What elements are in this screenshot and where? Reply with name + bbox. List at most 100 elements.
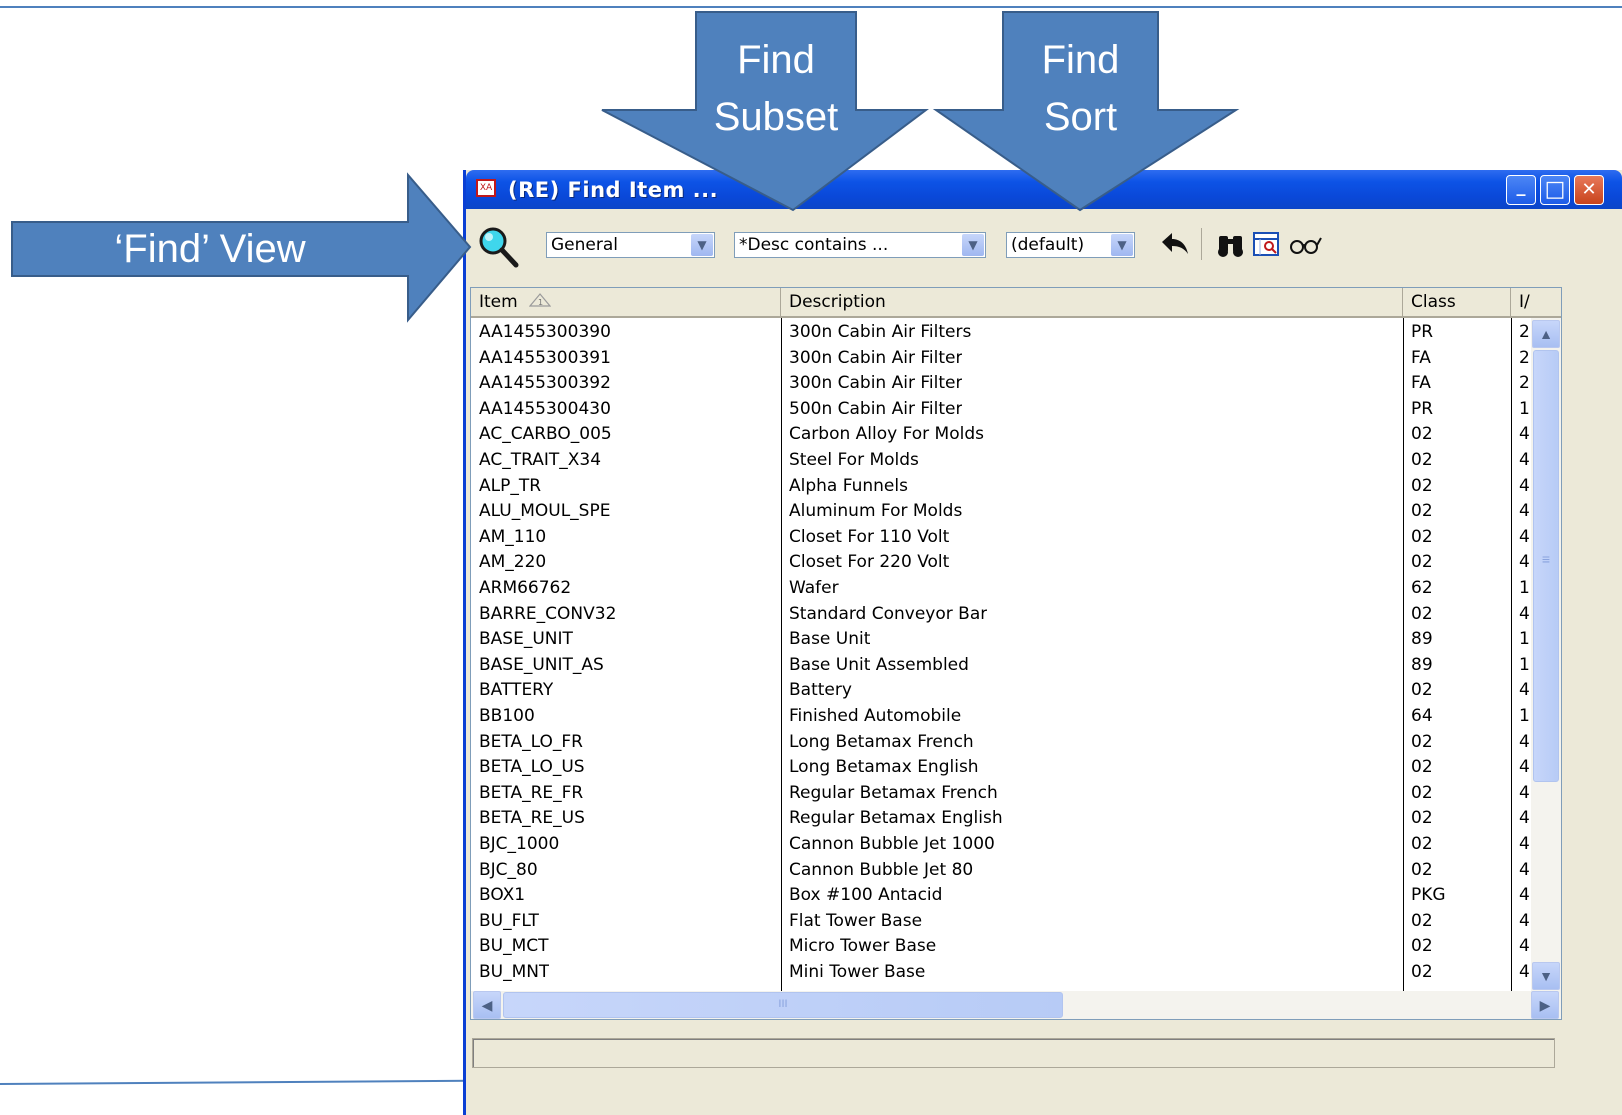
cell-inventory: 4 (1519, 475, 1530, 496)
table-row[interactable]: ALU_MOUL_SPE Aluminum For Molds 02 4 (471, 499, 1530, 525)
scroll-up-button[interactable]: ▲ (1532, 320, 1560, 348)
query-icon[interactable] (1252, 231, 1282, 259)
cell-inventory: 1 (1519, 654, 1530, 675)
cell-inventory: 4 (1519, 501, 1530, 522)
table-row[interactable]: AA1455300390 300n Cabin Air Filters PR 2 (471, 320, 1530, 346)
cell-class: 02 (1411, 475, 1433, 496)
table-row[interactable]: AA1455300392 300n Cabin Air Filter FA 2 (471, 371, 1530, 397)
cell-class: 02 (1411, 962, 1433, 982)
cell-inventory: 4 (1519, 731, 1530, 752)
cell-description: Aluminum For Molds (789, 501, 963, 522)
find-subset-label-line2: Subset (713, 95, 839, 139)
cell-description: 300n Cabin Air Filter (789, 373, 963, 394)
table-row[interactable]: BJC_1000 Cannon Bubble Jet 1000 02 4 (471, 832, 1530, 858)
cell-description: 500n Cabin Air Filter (789, 398, 963, 419)
table-row[interactable]: AC_TRAIT_X34 Steel For Molds 02 4 (471, 448, 1530, 474)
view-select[interactable]: General ▼ (546, 232, 715, 258)
view-select-value: General (551, 235, 618, 255)
cell-class: 02 (1411, 731, 1433, 752)
items-grid[interactable]: Item 1 Description Class I/ AA1455300390… (470, 287, 1562, 1020)
table-row[interactable]: AM_110 Closet For 110 Volt 02 4 (471, 525, 1530, 551)
minimize-button[interactable]: _ (1506, 175, 1536, 205)
table-row[interactable]: BU_MNT Mini Tower Base 02 4 (471, 960, 1530, 986)
maximize-button[interactable]: □ (1540, 175, 1570, 205)
table-row[interactable]: BJC_80 Cannon Bubble Jet 80 02 4 (471, 858, 1530, 884)
table-row[interactable]: AA1455300391 300n Cabin Air Filter FA 2 (471, 346, 1530, 372)
back-arrow-icon[interactable] (1158, 228, 1192, 262)
table-row[interactable]: AA1455300430 500n Cabin Air Filter PR 1 (471, 397, 1530, 423)
slide-top-line (0, 6, 1622, 8)
cell-item: AC_TRAIT_X34 (479, 450, 602, 470)
glasses-icon[interactable] (1288, 234, 1322, 256)
chevron-down-icon[interactable]: ▼ (1111, 234, 1133, 256)
vertical-scroll-thumb[interactable]: ≡ (1533, 350, 1559, 782)
column-header-class[interactable]: Class (1403, 288, 1511, 318)
column-header-item[interactable]: Item 1 (471, 288, 781, 318)
cell-description: Flat Tower Base (789, 910, 923, 931)
scroll-right-button[interactable]: ▶ (1531, 991, 1559, 1019)
table-row[interactable]: BB100 Finished Automobile 64 1 (471, 704, 1530, 730)
sort-select[interactable]: (default) ▼ (1006, 232, 1135, 258)
cell-description: Mini Tower Base (789, 962, 926, 982)
table-row[interactable]: BASE_UNIT_AS Base Unit Assembled 89 1 (471, 653, 1530, 679)
scroll-left-button[interactable]: ◀ (473, 991, 501, 1019)
table-row[interactable]: AM_220 Closet For 220 Volt 02 4 (471, 550, 1530, 576)
table-row[interactable]: BETA_RE_FR Regular Betamax French 02 4 (471, 781, 1530, 807)
table-row[interactable]: ARM66762 Wafer 62 1 (471, 576, 1530, 602)
cell-description: Battery (789, 680, 852, 701)
table-row[interactable]: ALP_TR Alpha Funnels 02 4 (471, 474, 1530, 500)
table-row[interactable]: BU_FLT Flat Tower Base 02 4 (471, 909, 1530, 935)
window-titlebar[interactable]: XA (RE) Find Item ... _ □ ✕ (466, 170, 1622, 209)
cell-inventory: 1 (1519, 629, 1530, 650)
horizontal-scroll-thumb[interactable]: III (503, 992, 1063, 1018)
find-item-window: XA (RE) Find Item ... _ □ ✕ General ▼ *D… (463, 170, 1622, 1115)
cell-description: Micro Tower Base (789, 936, 937, 957)
cell-class: 62 (1411, 578, 1433, 598)
chevron-down-icon[interactable]: ▼ (962, 234, 984, 256)
cell-class: PR (1411, 398, 1434, 419)
column-header-inventory[interactable]: I/ (1511, 288, 1561, 318)
window-title: (RE) Find Item ... (508, 178, 719, 202)
cell-class: 02 (1411, 501, 1433, 522)
table-row[interactable]: BATTERY Battery 02 4 (471, 678, 1530, 704)
vertical-scrollbar[interactable]: ▲ ≡ ▼ (1531, 318, 1561, 991)
table-row[interactable]: BETA_LO_FR Long Betamax French 02 4 (471, 730, 1530, 756)
table-row[interactable]: BETA_LO_US Long Betamax English 02 4 (471, 755, 1530, 781)
table-row[interactable]: BOX1 Box #100 Antacid PKG 4 (471, 883, 1530, 909)
horizontal-scrollbar[interactable]: ◀ III ▶ (471, 991, 1561, 1019)
close-icon: ✕ (1581, 179, 1597, 200)
table-row[interactable]: BASE_UNIT Base Unit 89 1 (471, 627, 1530, 653)
table-row[interactable]: BETA_RE_US Regular Betamax English 02 4 (471, 806, 1530, 832)
cell-description: Base Unit (789, 629, 871, 650)
cell-inventory: 4 (1519, 859, 1530, 880)
toolbar-separator (1201, 228, 1202, 260)
cell-description: Long Betamax French (789, 731, 974, 752)
cell-description: Regular Betamax English (789, 808, 1003, 829)
chevron-down-icon[interactable]: ▼ (691, 234, 713, 256)
cell-class: 02 (1411, 424, 1433, 445)
cell-inventory: 2 (1519, 373, 1530, 394)
scroll-down-button[interactable]: ▼ (1532, 962, 1560, 990)
cell-description: Regular Betamax French (789, 782, 998, 803)
cell-inventory: 4 (1519, 936, 1530, 957)
find-view-magnifier-icon[interactable] (476, 225, 520, 269)
sort-ascending-icon: 1 (528, 288, 552, 316)
cell-item: BJC_1000 (479, 834, 560, 854)
find-sort-label-line1: Find (1041, 38, 1120, 82)
cell-item: ALU_MOUL_SPE (479, 501, 611, 522)
binoculars-icon[interactable] (1216, 232, 1246, 258)
table-row[interactable]: AC_CARBO_005 Carbon Alloy For Molds 02 4 (471, 422, 1530, 448)
minimize-icon: _ (1516, 176, 1526, 197)
table-row[interactable]: BU_MCT Micro Tower Base 02 4 (471, 934, 1530, 960)
cell-class: 02 (1411, 552, 1433, 573)
column-header-description[interactable]: Description (781, 288, 1403, 318)
cell-item: AA1455300390 (479, 322, 611, 342)
cell-class: 02 (1411, 680, 1433, 701)
subset-select[interactable]: *Desc contains ... ▼ (734, 232, 986, 258)
cell-class: 02 (1411, 782, 1433, 803)
close-button[interactable]: ✕ (1574, 175, 1604, 205)
cell-item: BETA_LO_US (479, 757, 585, 778)
cell-class: 02 (1411, 450, 1433, 470)
cell-inventory: 4 (1519, 962, 1530, 982)
table-row[interactable]: BARRE_CONV32 Standard Conveyor Bar 02 4 (471, 602, 1530, 628)
